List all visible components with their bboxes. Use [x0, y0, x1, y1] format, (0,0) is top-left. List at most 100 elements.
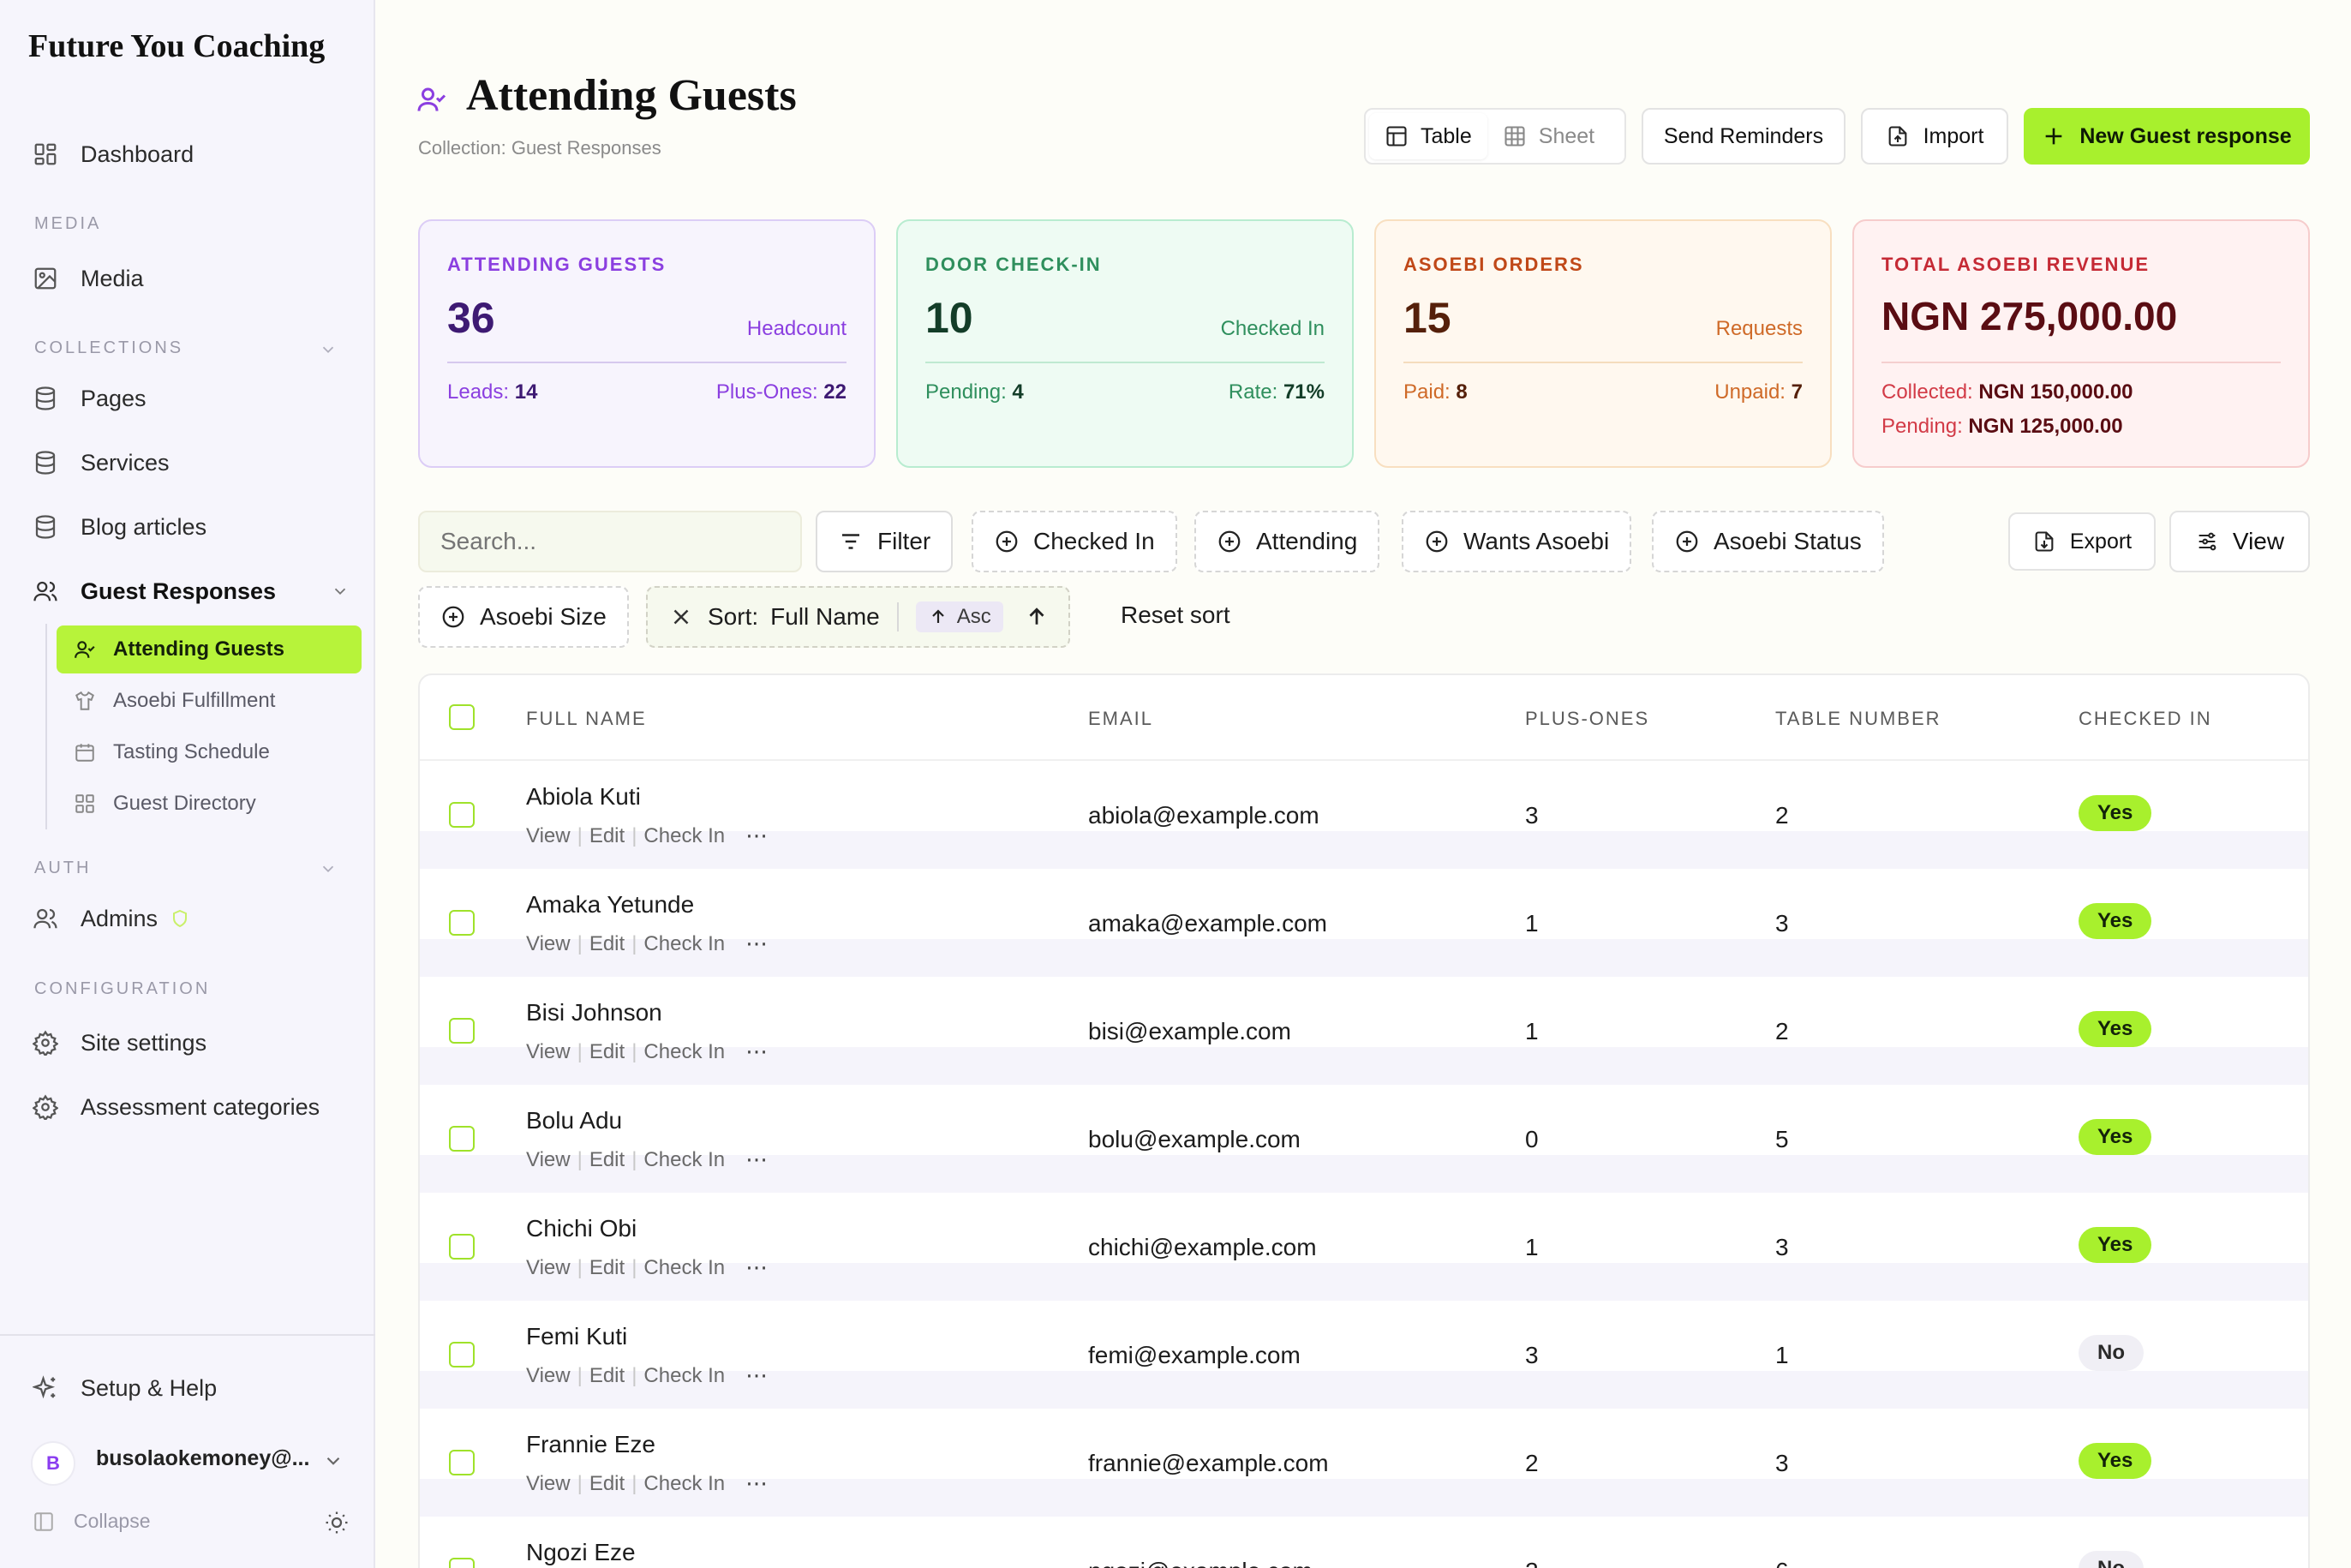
facet-asoebi-size[interactable]: Asoebi Size	[418, 586, 629, 648]
check-in-link[interactable]: Check In	[643, 1472, 725, 1496]
more-icon[interactable]: ⋯	[745, 1362, 769, 1389]
nav-admins[interactable]: Admins	[33, 895, 190, 943]
nav-assessment-categories[interactable]: Assessment categories	[33, 1083, 320, 1131]
sidebar-item-attending-guests[interactable]: Attending Guests	[57, 625, 362, 673]
edit-link[interactable]: Edit	[589, 1364, 625, 1388]
view-link[interactable]: View	[526, 1256, 571, 1280]
table-row[interactable]: Chichi Obi View | Edit | Check In ⋯ chic…	[420, 1193, 2308, 1301]
view-link[interactable]: View	[526, 932, 571, 956]
filter-button[interactable]: Filter	[816, 511, 954, 572]
sidebar-item-tasting-schedule[interactable]: Tasting Schedule	[57, 728, 362, 776]
new-guest-response-button[interactable]: New Guest response	[2024, 108, 2310, 165]
import-button[interactable]: Import	[1861, 108, 2008, 165]
guest-name[interactable]: Bisi Johnson	[526, 999, 662, 1026]
nav-site-settings[interactable]: Site settings	[33, 1019, 206, 1067]
row-checkbox[interactable]	[449, 910, 475, 936]
row-checkbox[interactable]	[449, 802, 475, 828]
guest-name[interactable]: Bolu Adu	[526, 1107, 622, 1134]
column-header-email[interactable]: EMAIL	[1088, 708, 1153, 730]
table-row[interactable]: Frannie Eze View | Edit | Check In ⋯ fra…	[420, 1409, 2308, 1517]
view-link[interactable]: View	[526, 1040, 571, 1064]
sun-icon[interactable]	[324, 1510, 350, 1535]
table-row[interactable]: Bisi Johnson View | Edit | Check In ⋯ bi…	[420, 977, 2308, 1085]
guest-name[interactable]: Chichi Obi	[526, 1215, 637, 1242]
more-icon[interactable]: ⋯	[745, 1254, 769, 1281]
check-in-link[interactable]: Check In	[643, 932, 725, 956]
view-sheet-button[interactable]: Sheet	[1487, 113, 1610, 159]
user-email[interactable]: busolaokemoney@...	[96, 1446, 309, 1471]
guest-name[interactable]: Femi Kuti	[526, 1323, 627, 1350]
guest-name[interactable]: Frannie Eze	[526, 1431, 655, 1458]
export-button[interactable]: Export	[2008, 512, 2156, 571]
column-header-checked-in[interactable]: CHECKED IN	[2079, 708, 2212, 730]
reset-sort-button[interactable]: Reset sort	[1121, 601, 1230, 629]
row-checkbox[interactable]	[449, 1450, 475, 1475]
chevron-down-icon[interactable]	[322, 1450, 344, 1472]
brand-logo[interactable]: Future You Coaching	[28, 27, 325, 65]
table-row[interactable]: Amaka Yetunde View | Edit | Check In ⋯ a…	[420, 869, 2308, 977]
chevron-down-icon[interactable]	[319, 859, 338, 878]
more-icon[interactable]: ⋯	[745, 823, 769, 849]
row-checkbox[interactable]	[449, 1342, 475, 1368]
sidebar-item-asoebi-fulfillment[interactable]: Asoebi Fulfillment	[57, 677, 362, 725]
table-row[interactable]: Abiola Kuti View | Edit | Check In ⋯ abi…	[420, 761, 2308, 869]
column-header-table-number[interactable]: TABLE NUMBER	[1775, 708, 1941, 730]
check-in-link[interactable]: Check In	[643, 1040, 725, 1064]
row-checkbox[interactable]	[449, 1018, 475, 1044]
close-icon[interactable]	[668, 604, 694, 630]
search-input[interactable]	[418, 511, 802, 572]
facet-wants-asoebi[interactable]: Wants Asoebi	[1402, 511, 1632, 572]
view-link[interactable]: View	[526, 1148, 571, 1172]
chevron-down-icon[interactable]	[319, 340, 338, 359]
table-row[interactable]: Femi Kuti View | Edit | Check In ⋯ femi@…	[420, 1301, 2308, 1409]
edit-link[interactable]: Edit	[589, 1256, 625, 1280]
more-icon[interactable]: ⋯	[745, 1146, 769, 1173]
nav-pages[interactable]: Pages	[33, 374, 147, 422]
table-row[interactable]: Bolu Adu View | Edit | Check In ⋯ bolu@e…	[420, 1085, 2308, 1193]
facet-asoebi-status[interactable]: Asoebi Status	[1652, 511, 1884, 572]
table-row[interactable]: Ngozi Eze View | Edit | Check In ⋯ ngozi…	[420, 1517, 2308, 1568]
view-options-button[interactable]: View	[2169, 511, 2310, 572]
facet-attending[interactable]: Attending	[1194, 511, 1380, 572]
sort-direction-pill[interactable]: Asc	[915, 601, 1003, 632]
collapse-button[interactable]: Collapse	[33, 1510, 151, 1533]
row-checkbox[interactable]	[449, 1234, 475, 1260]
guest-name[interactable]: Amaka Yetunde	[526, 891, 694, 919]
view-link[interactable]: View	[526, 824, 571, 848]
column-header-full-name[interactable]: FULL NAME	[526, 708, 647, 730]
edit-link[interactable]: Edit	[589, 1472, 625, 1496]
send-reminders-button[interactable]: Send Reminders	[1642, 108, 1846, 165]
check-in-link[interactable]: Check In	[643, 1256, 725, 1280]
avatar[interactable]: B	[31, 1441, 75, 1486]
more-icon[interactable]: ⋯	[745, 931, 769, 957]
arrow-up-icon[interactable]	[1024, 604, 1050, 630]
nav-guest-responses[interactable]: Guest Responses	[33, 567, 276, 615]
nav-blog[interactable]: Blog articles	[33, 503, 206, 551]
column-header-plus-ones[interactable]: PLUS-ONES	[1525, 708, 1649, 730]
row-checkbox[interactable]	[449, 1126, 475, 1152]
guest-name[interactable]: Ngozi Eze	[526, 1539, 636, 1566]
sidebar-item-guest-directory[interactable]: Guest Directory	[57, 780, 362, 828]
row-checkbox[interactable]	[449, 1558, 475, 1568]
chevron-down-icon[interactable]	[331, 582, 350, 601]
facet-checked-in[interactable]: Checked In	[972, 511, 1177, 572]
check-in-link[interactable]: Check In	[643, 1148, 725, 1172]
view-table-button[interactable]: Table	[1369, 113, 1487, 159]
edit-link[interactable]: Edit	[589, 1148, 625, 1172]
more-icon[interactable]: ⋯	[745, 1470, 769, 1497]
view-link[interactable]: View	[526, 1364, 571, 1388]
check-in-link[interactable]: Check In	[643, 1364, 725, 1388]
guest-name[interactable]: Abiola Kuti	[526, 783, 641, 811]
nav-services[interactable]: Services	[33, 439, 170, 487]
sort-chip[interactable]: Sort: Full Name Asc	[646, 586, 1070, 648]
nav-dashboard[interactable]: Dashboard	[33, 130, 194, 178]
more-icon[interactable]: ⋯	[745, 1038, 769, 1065]
nav-media[interactable]: Media	[33, 254, 144, 302]
edit-link[interactable]: Edit	[589, 932, 625, 956]
edit-link[interactable]: Edit	[589, 824, 625, 848]
view-link[interactable]: View	[526, 1472, 571, 1496]
check-in-link[interactable]: Check In	[643, 824, 725, 848]
edit-link[interactable]: Edit	[589, 1040, 625, 1064]
nav-setup-help[interactable]: Setup & Help	[33, 1364, 217, 1412]
select-all-checkbox[interactable]	[449, 704, 475, 730]
